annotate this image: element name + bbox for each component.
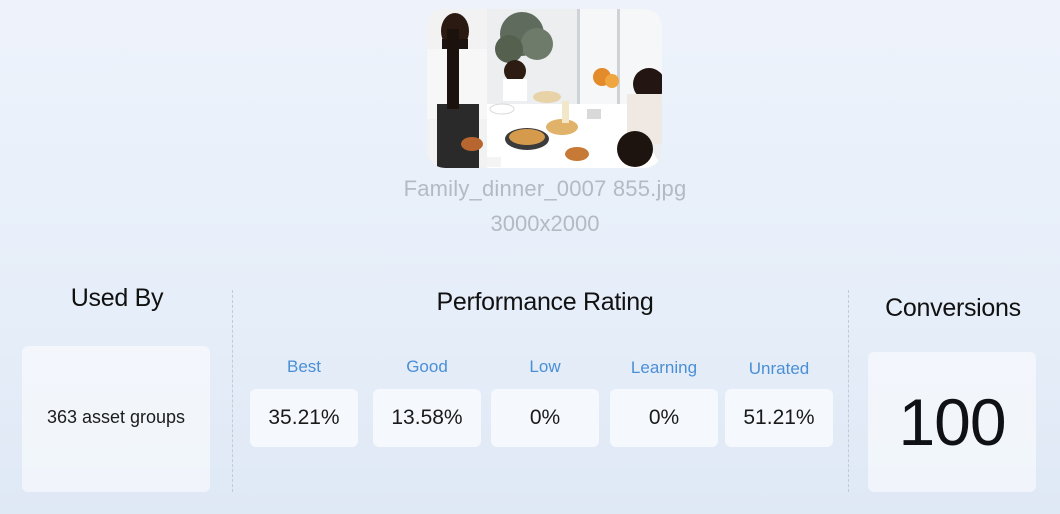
asset-file-name: Family_dinner_0007 855.jpg [403,176,687,201]
asset-thumbnail-image[interactable] [427,9,662,168]
rating-value-good: 13.58% [391,406,463,429]
section-divider [232,290,233,492]
performance-rating-title: Performance Rating [436,288,654,316]
rating-label-learning: Learning [630,358,698,377]
conversions-title: Conversions [885,294,1021,322]
conversions-value: 100 [898,385,1006,459]
rating-value-best: 35.21% [268,406,340,429]
used-by-value[interactable]: 363 asset groups [22,407,210,428]
rating-value-low: 0% [529,406,561,429]
rating-label-good: Good [406,357,448,376]
section-divider [848,290,849,492]
asset-dimensions: 3000x2000 [490,211,600,236]
rating-label-best: Best [286,357,322,376]
used-by-title: Used By [70,284,164,312]
rating-label-low: Low [529,357,561,376]
rating-label-unrated: Unrated [748,359,810,378]
rating-value-learning: 0% [648,406,680,429]
rating-value-unrated: 51.21% [743,406,815,429]
